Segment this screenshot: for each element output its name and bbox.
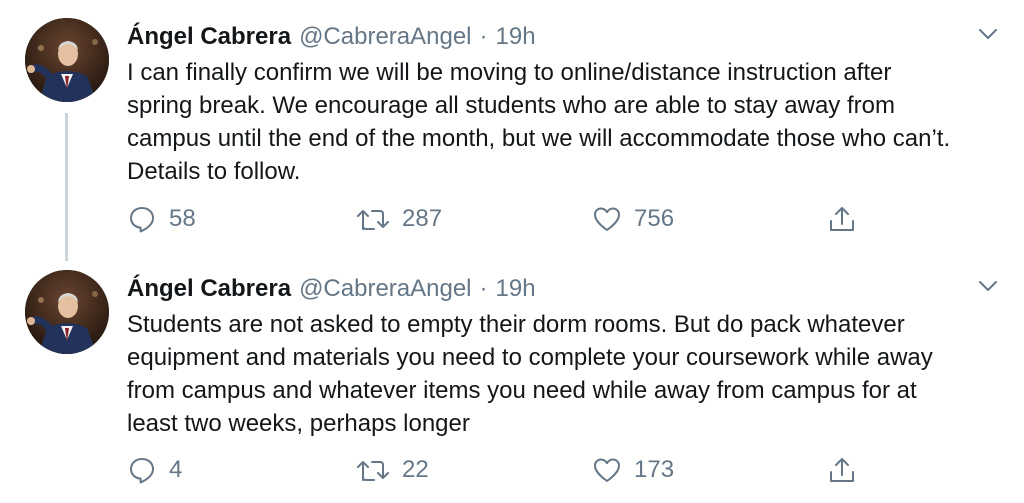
share-button[interactable] bbox=[827, 453, 857, 487]
avatar[interactable] bbox=[25, 270, 109, 354]
tweet-text-line: I can finally confirm we will be moving … bbox=[127, 59, 892, 86]
like-count: 756 bbox=[634, 205, 675, 232]
chevron-down-icon[interactable] bbox=[976, 276, 1000, 296]
tweet-header: Ángel Cabrera @CabreraAngel · 19h bbox=[127, 272, 536, 306]
tweet-header: Ángel Cabrera @CabreraAngel · 19h bbox=[127, 20, 536, 54]
tweet-text-line: campus until the end of the month, but w… bbox=[127, 125, 951, 152]
tweet-text-line: equipment and materials you need to comp… bbox=[127, 344, 933, 371]
reply-button[interactable]: 58 bbox=[127, 202, 196, 236]
share-button[interactable] bbox=[827, 202, 857, 236]
reply-button[interactable]: 4 bbox=[127, 453, 182, 487]
tweet-text-line: Students are not asked to empty their do… bbox=[127, 311, 905, 338]
retweet-button[interactable]: 22 bbox=[356, 453, 429, 487]
tweet-text: Students are not asked to empty their do… bbox=[127, 308, 1007, 440]
tweet-actions: 58 287 756 bbox=[127, 202, 887, 236]
author-name[interactable]: Ángel Cabrera bbox=[127, 20, 291, 54]
like-button[interactable]: 756 bbox=[592, 202, 674, 236]
like-button[interactable]: 173 bbox=[592, 453, 674, 487]
avatar[interactable] bbox=[25, 18, 109, 102]
author-handle[interactable]: @CabreraAngel bbox=[299, 20, 471, 54]
retweet-button[interactable]: 287 bbox=[356, 202, 442, 236]
timestamp[interactable]: 19h bbox=[496, 20, 536, 54]
retweet-icon bbox=[357, 210, 389, 230]
tweet-actions: 4 22 173 bbox=[127, 453, 887, 487]
tweet-text: I can finally confirm we will be moving … bbox=[127, 56, 1007, 188]
share-icon bbox=[830, 207, 854, 231]
reply-icon bbox=[130, 458, 154, 484]
author-handle[interactable]: @CabreraAngel bbox=[299, 272, 471, 306]
reply-icon bbox=[130, 207, 154, 233]
retweet-count: 22 bbox=[402, 456, 429, 483]
reply-count: 4 bbox=[169, 456, 183, 483]
tweet-text-line: least two weeks, perhaps longer bbox=[127, 410, 470, 437]
tweet[interactable]: Ángel Cabrera @CabreraAngel · 19h Studen… bbox=[0, 252, 1024, 503]
tweet-text-line: Details to follow. bbox=[127, 158, 301, 185]
heart-icon bbox=[594, 458, 620, 482]
chevron-down-icon[interactable] bbox=[976, 24, 1000, 44]
retweet-icon bbox=[357, 461, 389, 481]
separator-dot: · bbox=[479, 23, 488, 50]
like-count: 173 bbox=[634, 456, 675, 483]
tweet-text-line: from campus and whatever items you need … bbox=[127, 377, 917, 404]
tweet-text-line: spring break. We encourage all students … bbox=[127, 92, 895, 119]
tweet[interactable]: Ángel Cabrera @CabreraAngel · 19h I can … bbox=[0, 0, 1024, 252]
heart-icon bbox=[594, 207, 620, 231]
timestamp[interactable]: 19h bbox=[496, 272, 536, 306]
share-icon bbox=[830, 458, 854, 482]
retweet-count: 287 bbox=[402, 205, 443, 232]
reply-count: 58 bbox=[169, 205, 196, 232]
separator-dot: · bbox=[479, 275, 488, 302]
author-name[interactable]: Ángel Cabrera bbox=[127, 272, 291, 306]
